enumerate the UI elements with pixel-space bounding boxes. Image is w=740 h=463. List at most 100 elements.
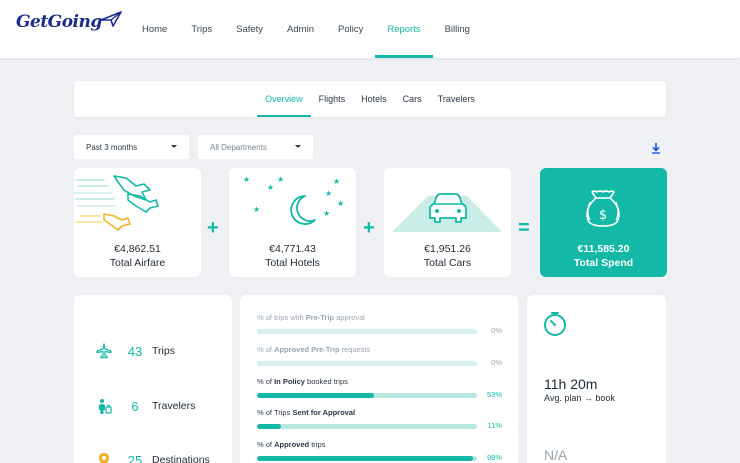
nav-label: Policy [337,23,364,35]
progress-fill [257,424,282,429]
car-road-illustration [392,193,502,232]
total-spend-amount: €11,585.20 [577,243,630,255]
compliance-panel: % of trips with Pre-Trip approval 0% % o… [240,295,518,463]
nav-label: Safety [236,23,264,35]
tab-label: Cars [402,94,422,104]
timing-panel: 11h 20m Avg. plan → book N/A [527,295,666,463]
counts-panel: 43 Trips 6 Travelers 25 Destinations [74,295,232,463]
svg-text:$: $ [599,208,607,223]
metric-caption: % of In Policy booked trips [257,377,348,386]
plus-operator: + [363,217,375,239]
paper-plane-icon [99,11,122,27]
approved-trips-metric: % of Approved trips 98% [257,440,502,462]
svg-text:★: ★ [253,205,260,214]
sent-for-approval-metric: % of Trips Sent for Approval 11% [257,408,502,430]
progress-track [257,456,477,461]
travelers-label: Travelers [152,400,196,412]
nav-safety[interactable]: Safety [224,0,275,58]
tab-overview[interactable]: Overview [257,81,311,117]
metric-percent: 53% [486,390,502,399]
travelers-count: 6 [131,398,139,414]
svg-text:★: ★ [277,175,284,184]
cars-card[interactable]: €1,951.26 Total Cars [384,168,511,277]
hotels-card[interactable]: ★ ★ ★ ★ ★ ★ ★ ★ €4,771.43 Total Hotels [229,168,356,277]
avg-plan-label: Avg. plan → book [544,393,615,403]
svg-text:★: ★ [267,183,274,192]
total-spend-label: Total Spend [573,257,634,269]
nav-label: Home [142,23,168,35]
progress-track [257,424,477,429]
plus-operator: + [207,217,219,239]
avg-plan-value: 11h 20m [544,376,598,392]
travelers-count-row[interactable]: 6 Travelers [96,398,195,414]
progress-fill [257,393,374,398]
metric-caption: % of Approved Pre-Trip requests [257,345,371,354]
in-policy-metric: % of In Policy booked trips 53% [257,377,502,399]
tab-hotels[interactable]: Hotels [353,81,395,117]
progress-track [257,329,477,334]
department-select-value: All Departments [210,142,267,152]
svg-text:★: ★ [243,175,250,184]
metric-caption: % of trips with Pre-Trip approval [257,313,365,322]
progress-track [257,361,477,366]
equals-operator: = [518,217,530,239]
metric-percent: 11% [487,421,502,430]
tab-label: Hotels [361,94,387,104]
metric-percent: 0% [491,358,502,367]
nav-home[interactable]: Home [130,0,179,58]
trips-count-row[interactable]: 43 Trips [96,343,175,359]
metric-caption: % of Trips Sent for Approval [257,408,356,417]
tab-cars[interactable]: Cars [395,81,430,117]
airfare-card[interactable]: €4,862.51 Total Airfare [74,168,201,277]
metric-percent: 0% [491,326,502,335]
tab-travelers[interactable]: Travelers [430,81,483,117]
top-navigation-bar: GetGoing Home Trips Safety Admin Policy … [0,0,740,58]
pre-trip-approval-metric: % of trips with Pre-Trip approval 0% [257,313,502,335]
night-moon-illustration: ★ ★ ★ ★ ★ ★ ★ ★ [243,175,344,225]
destinations-label: Destinations [152,454,210,463]
stopwatch-icon [544,312,566,336]
nav-label: Billing [444,23,470,35]
tab-label: Travelers [437,94,475,104]
nav-reports[interactable]: Reports [375,0,433,58]
cars-label: Total Cars [423,257,472,269]
getgoing-logo[interactable]: GetGoing [16,11,122,32]
airfare-amount: €4,862.51 [114,243,161,255]
travelers-icon [99,399,112,414]
trips-label: Trips [152,345,175,357]
report-tabs: Overview Flights Hotels Cars Travelers [74,81,666,117]
airplane-icon [96,343,112,359]
download-icon[interactable] [651,142,661,154]
destinations-count-row[interactable]: 25 Destinations [96,452,210,463]
svg-text:★: ★ [323,209,330,218]
nav-label: Admin [287,23,314,35]
destinations-count: 25 [127,452,143,463]
main-nav: Home Trips Safety Admin Policy Reports B… [130,0,482,58]
caret-down-icon [171,145,177,148]
metric-percent: 98% [486,453,502,462]
airplanes-illustration [74,175,159,231]
period-select[interactable]: Past 3 months [74,135,189,159]
nav-label: Reports [387,23,421,35]
approved-pre-trip-metric: % of Approved Pre-Trip requests 0% [257,345,502,367]
trips-count: 43 [127,343,143,359]
period-select-value: Past 3 months [86,142,138,152]
hotels-amount: €4,771.43 [269,243,316,255]
svg-text:★: ★ [337,199,344,208]
total-spend-card[interactable]: $ €11,585.20 Total Spend [540,168,667,277]
location-pin-icon [99,453,109,463]
airfare-label: Total Airfare [109,257,166,269]
nav-policy[interactable]: Policy [326,0,375,58]
svg-text:★: ★ [333,177,340,186]
metric-caption: % of Approved trips [257,440,326,449]
tab-label: Flights [318,94,346,104]
svg-text:★: ★ [325,189,332,198]
tab-flights[interactable]: Flights [311,81,354,117]
department-select[interactable]: All Departments [198,135,313,159]
nav-trips[interactable]: Trips [179,0,224,58]
nav-billing[interactable]: Billing [433,0,482,58]
tab-label: Overview [265,94,303,104]
cars-amount: €1,951.26 [424,243,471,255]
nav-admin[interactable]: Admin [275,0,326,58]
progress-track [257,393,477,398]
